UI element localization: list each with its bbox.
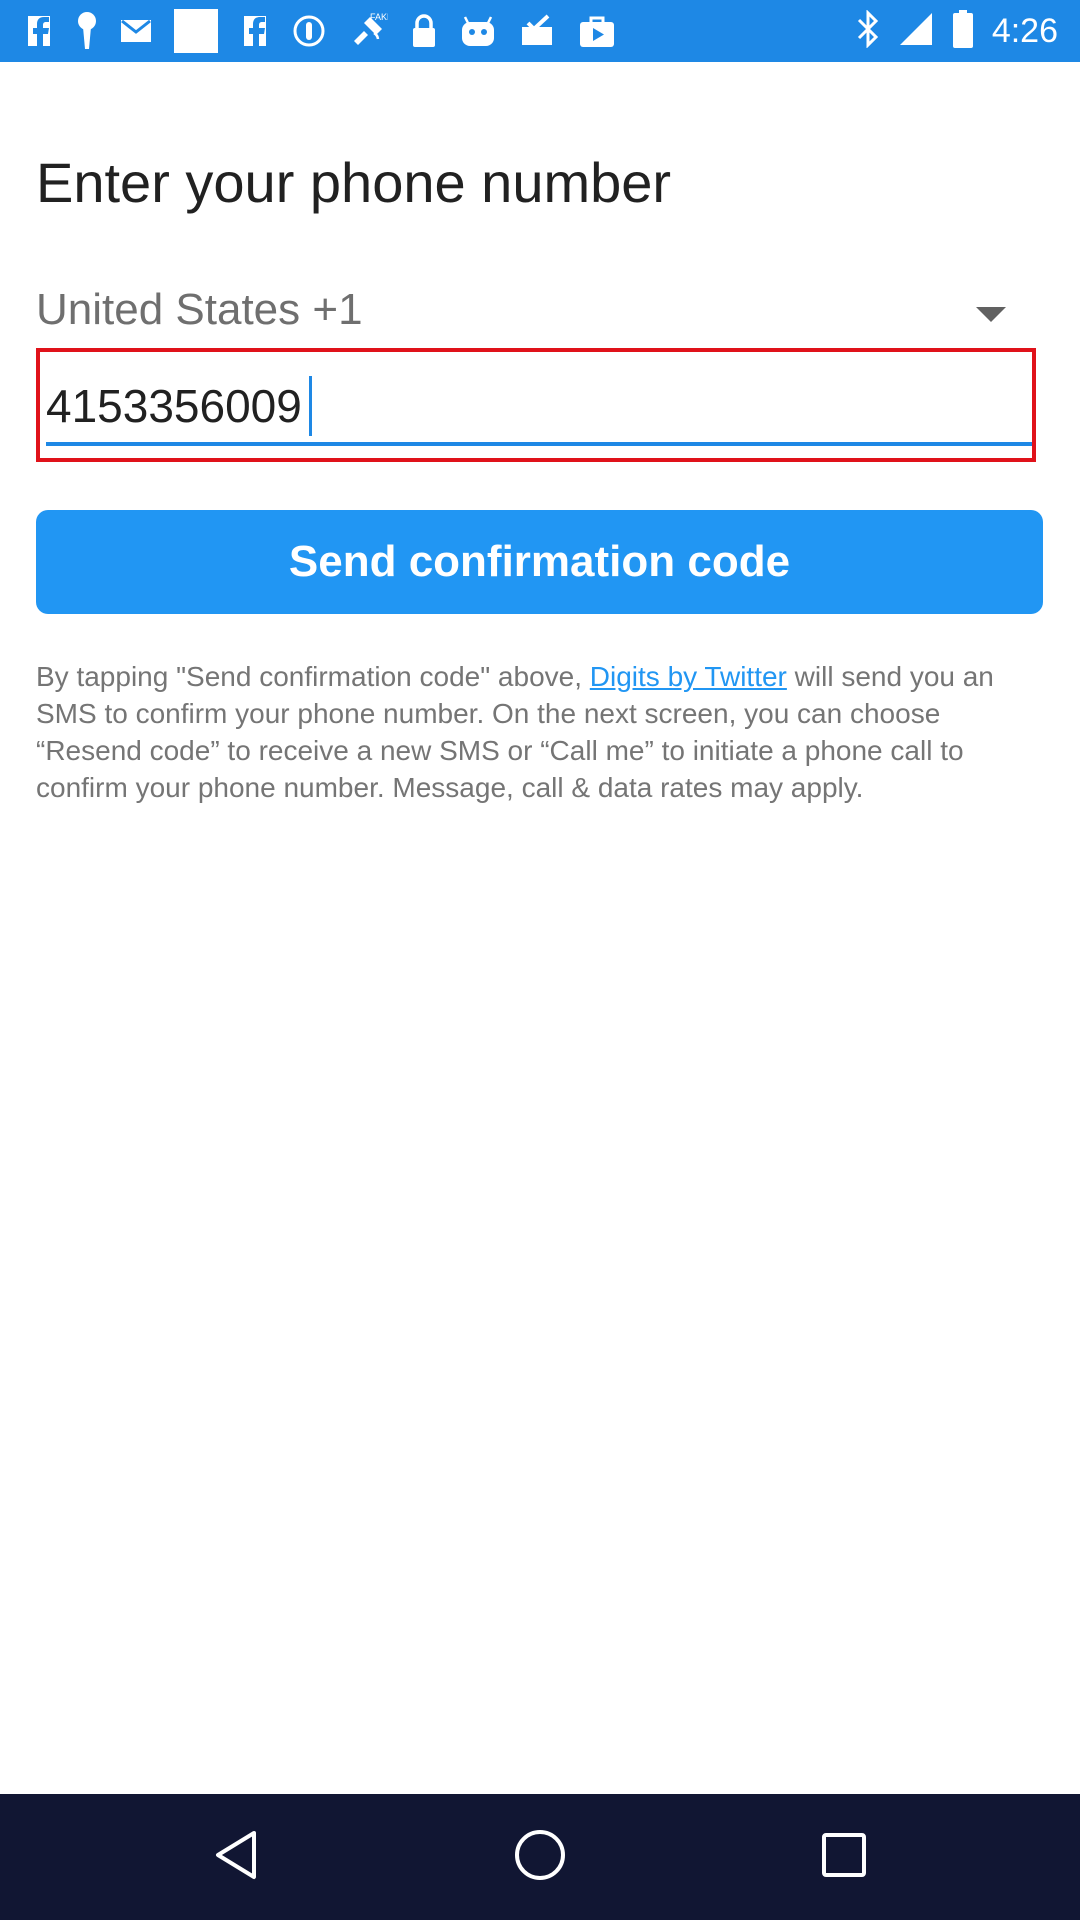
- mail-icon: [120, 17, 152, 45]
- navigation-bar: [0, 1794, 1080, 1920]
- page-title: Enter your phone number: [36, 151, 672, 214]
- info-icon: [292, 14, 326, 48]
- text-cursor: [309, 376, 312, 436]
- signal-icon: [898, 11, 934, 52]
- country-code-label: United States +1: [36, 285, 363, 334]
- play-store-icon: [578, 13, 616, 49]
- disclaimer-text: By tapping "Send confirmation code" abov…: [36, 658, 1046, 806]
- recents-button[interactable]: [812, 1825, 876, 1889]
- digits-by-twitter-link[interactable]: Digits by Twitter: [590, 661, 787, 692]
- home-icon: [514, 1829, 566, 1886]
- svg-text:FAKE: FAKE: [370, 12, 388, 22]
- facebook-icon: [24, 12, 54, 50]
- facebook-icon: [240, 12, 270, 50]
- home-button[interactable]: [508, 1825, 572, 1889]
- back-button[interactable]: [204, 1825, 268, 1889]
- battery-icon: [952, 9, 974, 54]
- phone-number-input[interactable]: [46, 370, 1032, 446]
- blank-notification-icon: [174, 9, 218, 53]
- notification-icons: FAKE: [24, 0, 616, 62]
- keyhole-icon: [76, 11, 98, 51]
- android-icon: [460, 14, 496, 48]
- country-code-dropdown[interactable]: United States +1: [36, 285, 1006, 345]
- recents-icon: [821, 1832, 867, 1883]
- send-confirmation-code-button[interactable]: Send confirmation code: [36, 510, 1043, 614]
- status-bar: FAKE 4:26: [0, 0, 1080, 62]
- fake-gps-icon: FAKE: [348, 11, 388, 51]
- back-icon: [212, 1829, 260, 1886]
- disclaimer-prefix: By tapping "Send confirmation code" abov…: [36, 661, 590, 692]
- system-status-icons: 4:26: [856, 0, 1058, 62]
- lock-icon: [410, 13, 438, 49]
- dropdown-arrow-icon: [976, 307, 1006, 328]
- bluetooth-icon: [856, 8, 880, 53]
- status-time: 4:26: [991, 11, 1058, 50]
- clipboard-check-icon: [518, 13, 556, 49]
